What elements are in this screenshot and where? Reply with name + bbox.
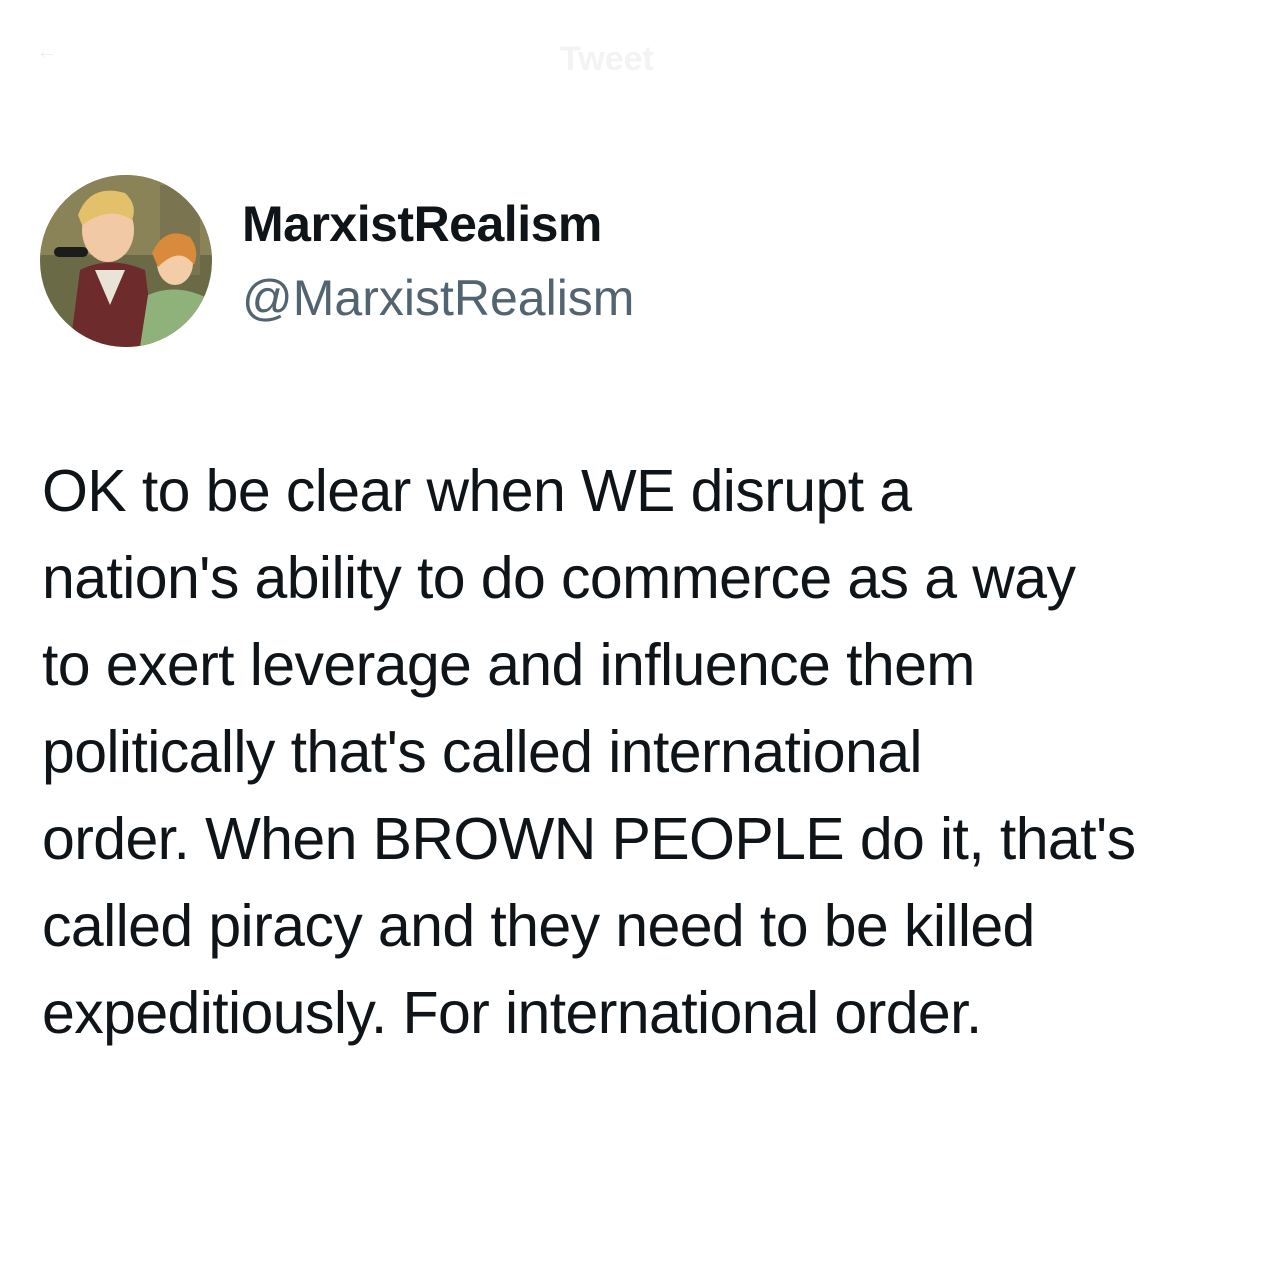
- display-name[interactable]: MarxistRealism: [242, 195, 602, 253]
- tweet-line: order. When BROWN PEOPLE do it, that's: [42, 806, 1136, 872]
- tweet-line: nation's ability to do commerce as a way: [42, 545, 1076, 611]
- page-title: Tweet: [560, 40, 654, 78]
- top-bar: ← Tweet: [0, 0, 1278, 110]
- profile-avatar-icon: [40, 175, 212, 347]
- tweet-line: called piracy and they need to be killed: [42, 893, 1035, 959]
- avatar[interactable]: [40, 175, 212, 347]
- tweet-line: OK to be clear when WE disrupt a: [42, 458, 912, 524]
- tweet-line: to exert leverage and influence them: [42, 632, 975, 698]
- tweet-line: expeditiously. For international order.: [42, 980, 982, 1046]
- user-handle[interactable]: @MarxistRealism: [242, 269, 634, 327]
- tweet-author: MarxistRealism @MarxistRealism: [40, 175, 1240, 347]
- tweet-line: politically that's called international: [42, 719, 923, 785]
- tweet-text: OK to be clear when WE disrupt a nation'…: [42, 448, 1252, 1057]
- back-arrow-icon[interactable]: ←: [36, 40, 58, 62]
